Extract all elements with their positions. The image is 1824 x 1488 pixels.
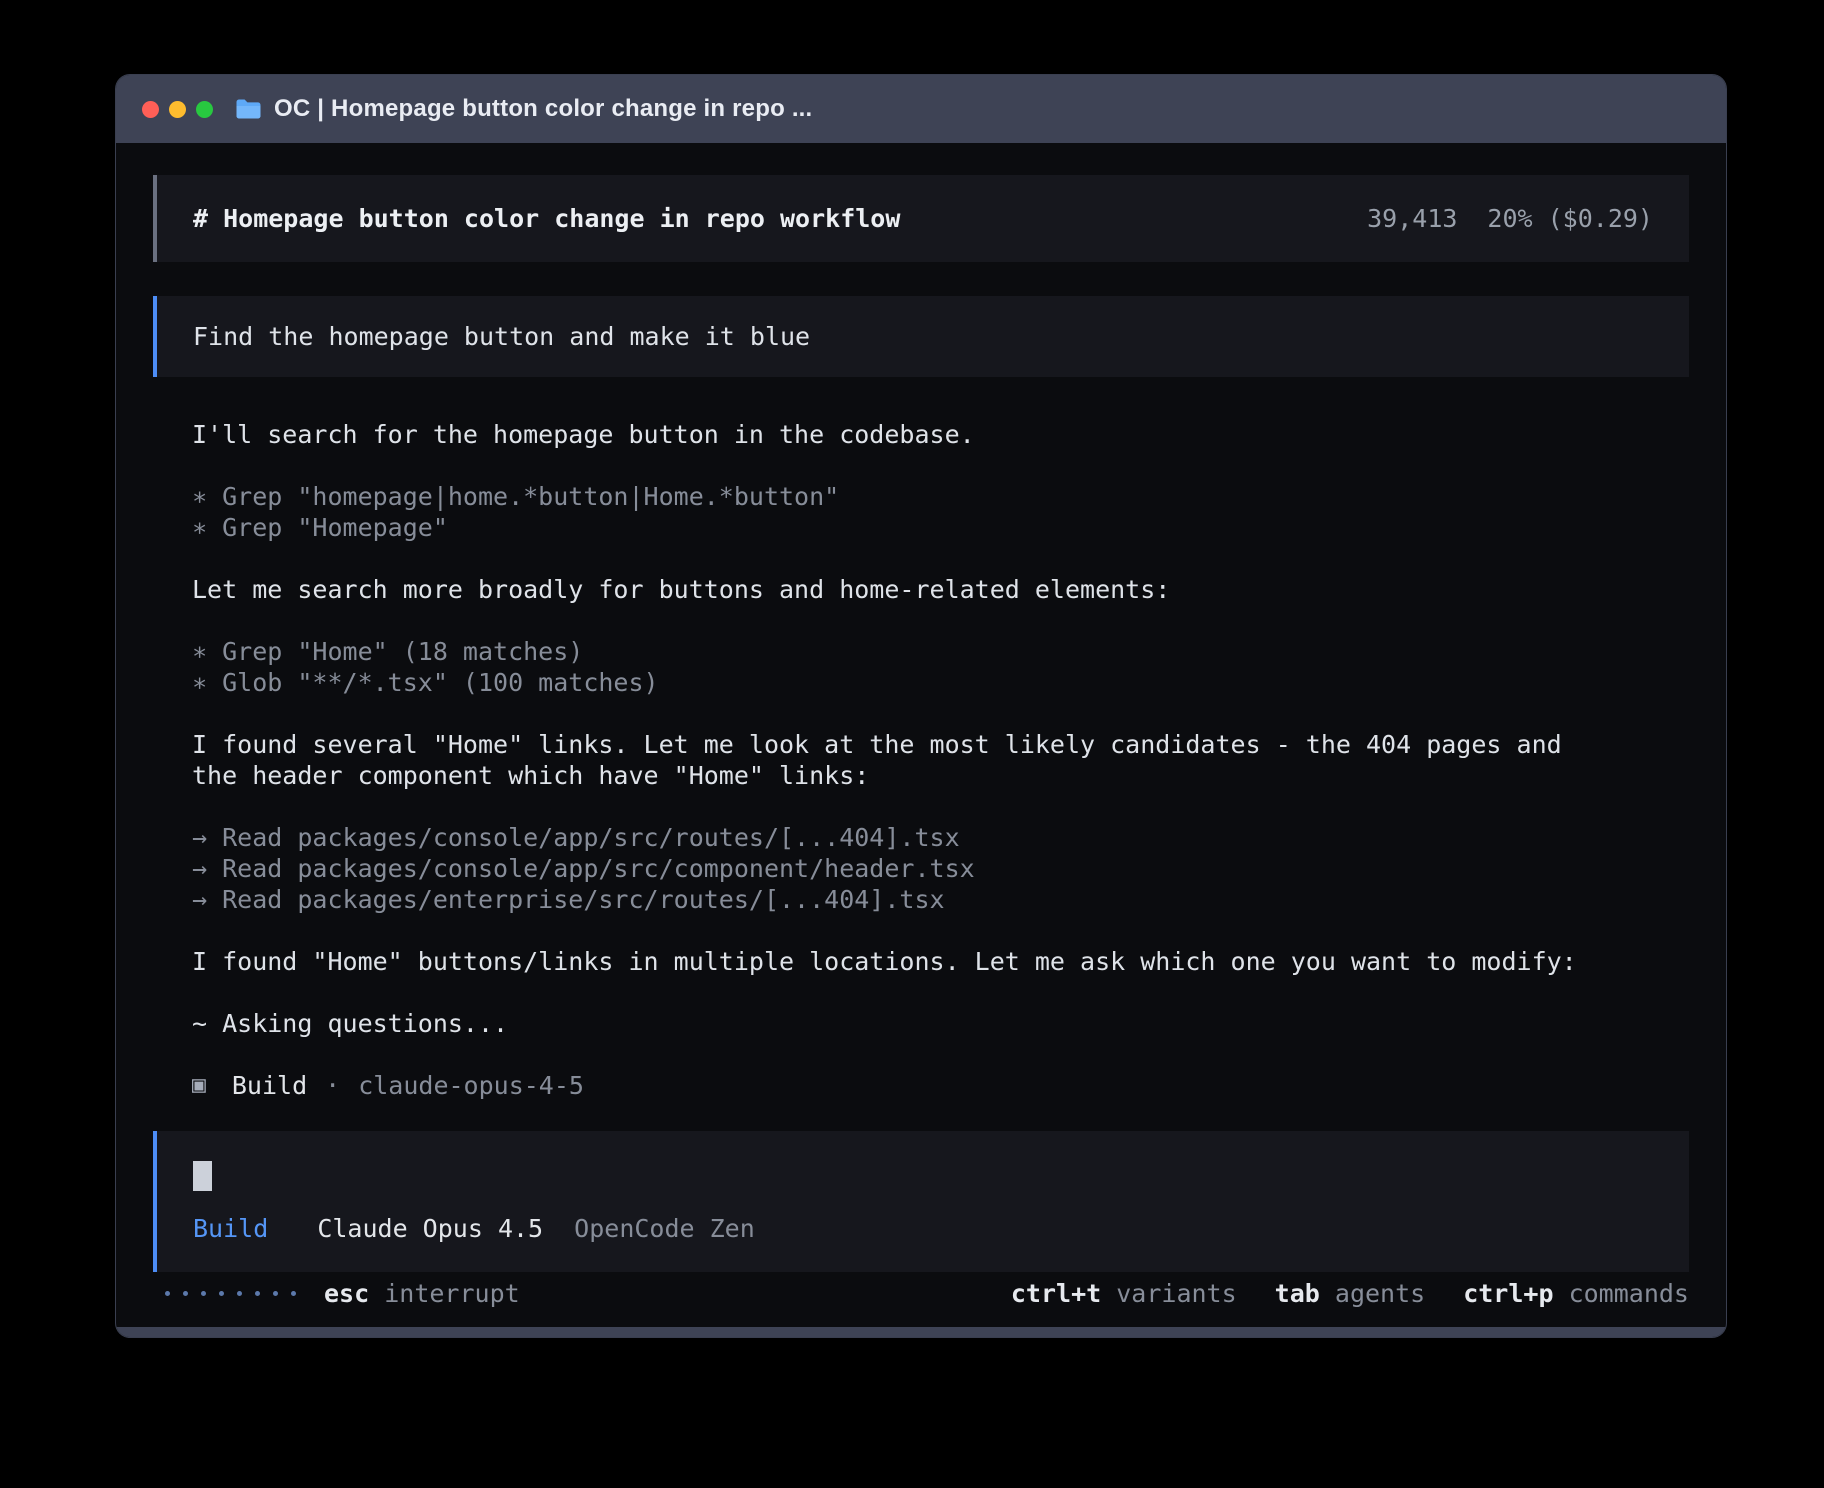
composer-model: Claude Opus 4.5 xyxy=(317,1214,543,1243)
transcript-text-paragraph: I'll search for the homepage button in t… xyxy=(192,419,1620,450)
esc-label: interrupt xyxy=(384,1279,519,1308)
shortcut-label: agents xyxy=(1335,1279,1425,1308)
shortcut-esc: esc interrupt xyxy=(324,1278,520,1309)
user-message-text: Find the homepage button and make it blu… xyxy=(193,322,810,351)
shortcut-label: variants xyxy=(1116,1279,1236,1308)
window-titlebar[interactable]: OC | Homepage button color change in rep… xyxy=(116,75,1726,143)
transcript-tool-paragraph: → Read packages/console/app/src/routes/[… xyxy=(192,822,1620,915)
shortcut-label: commands xyxy=(1569,1279,1689,1308)
session-stats: 39,413 20% ($0.29) xyxy=(1367,203,1653,234)
shortcut-ctrl-p: ctrl+p commands xyxy=(1463,1278,1689,1309)
statusbar-left: esc interrupt xyxy=(165,1278,520,1309)
transcript-line: → Read packages/enterprise/src/routes/[.… xyxy=(192,884,1620,915)
transcript-line: Let me search more broadly for buttons a… xyxy=(192,574,1620,605)
transcript-line: ∗ Grep "homepage|home.*button|Home.*butt… xyxy=(192,481,1620,512)
terminal-window: OC | Homepage button color change in rep… xyxy=(116,75,1726,1337)
transcript-line: I found "Home" buttons/links in multiple… xyxy=(192,946,1620,977)
transcript-line: ~ Asking questions... xyxy=(192,1008,1620,1039)
transcript-line: → Read packages/console/app/src/routes/[… xyxy=(192,822,1620,853)
composer-meta: Build Claude Opus 4.5 OpenCode Zen xyxy=(193,1213,1653,1244)
agent-build-icon: ▣ xyxy=(192,1070,206,1101)
window-bottom-edge xyxy=(116,1327,1726,1337)
transcript-line: ∗ Grep "Home" (18 matches) xyxy=(192,636,1620,667)
spinner-dot xyxy=(219,1291,224,1296)
spinner-dot xyxy=(273,1291,278,1296)
spinner-dot xyxy=(165,1291,170,1296)
shortcut-ctrl-t: ctrl+t variants xyxy=(1011,1278,1237,1309)
window-controls xyxy=(142,101,213,118)
transcript-tool-paragraph: ∗ Grep "Home" (18 matches)∗ Glob "**/*.t… xyxy=(192,636,1620,698)
zoom-button[interactable] xyxy=(196,101,213,118)
transcript: I'll search for the homepage button in t… xyxy=(153,419,1620,1070)
text-cursor xyxy=(193,1161,212,1191)
transcript-text-paragraph: ~ Asking questions... xyxy=(192,1008,1620,1039)
folder-icon xyxy=(235,98,262,120)
shortcut-key: ctrl+p xyxy=(1463,1279,1553,1308)
close-button[interactable] xyxy=(142,101,159,118)
spinner-dot xyxy=(183,1291,188,1296)
agent-model: claude-opus-4-5 xyxy=(358,1070,584,1101)
shortcut-key: tab xyxy=(1275,1279,1320,1308)
minimize-button[interactable] xyxy=(169,101,186,118)
statusbar: esc interrupt ctrl+t variantstab agentsc… xyxy=(153,1278,1689,1309)
terminal-content: # Homepage button color change in repo w… xyxy=(116,143,1726,1327)
composer-provider: OpenCode Zen xyxy=(574,1214,755,1243)
composer-agent[interactable]: Build xyxy=(193,1214,268,1243)
shortcut-key: ctrl+t xyxy=(1011,1279,1101,1308)
session-title: # Homepage button color change in repo w… xyxy=(193,203,900,234)
agent-separator: · xyxy=(325,1070,340,1101)
transcript-line: I'll search for the homepage button in t… xyxy=(192,419,1620,450)
spinner-dot xyxy=(291,1291,296,1296)
transcript-text-paragraph: I found "Home" buttons/links in multiple… xyxy=(192,946,1620,977)
transcript-line: ∗ Glob "**/*.tsx" (100 matches) xyxy=(192,667,1620,698)
shortcut-tab: tab agents xyxy=(1275,1278,1426,1309)
transcript-text-paragraph: Let me search more broadly for buttons a… xyxy=(192,574,1620,605)
context-usage: 20% ($0.29) xyxy=(1487,203,1653,234)
spinner-dots xyxy=(165,1291,296,1296)
esc-key: esc xyxy=(324,1279,369,1308)
transcript-text-paragraph: I found several "Home" links. Let me loo… xyxy=(192,729,1620,791)
transcript-line: I found several "Home" links. Let me loo… xyxy=(192,729,1620,791)
spinner-dot xyxy=(201,1291,206,1296)
user-message: Find the homepage button and make it blu… xyxy=(153,296,1689,377)
token-count: 39,413 xyxy=(1367,203,1457,234)
transcript-line: → Read packages/console/app/src/componen… xyxy=(192,853,1620,884)
composer[interactable]: Build Claude Opus 4.5 OpenCode Zen xyxy=(153,1131,1689,1272)
agent-name: Build xyxy=(232,1070,307,1101)
statusbar-shortcuts: ctrl+t variants tab agents ctrl+p commands xyxy=(1011,1278,1689,1309)
window-title: OC | Homepage button color change in rep… xyxy=(274,95,812,123)
spinner-dot xyxy=(237,1291,242,1296)
transcript-line: ∗ Grep "Homepage" xyxy=(192,512,1620,543)
transcript-tool-paragraph: ∗ Grep "homepage|home.*button|Home.*butt… xyxy=(192,481,1620,543)
session-header: # Homepage button color change in repo w… xyxy=(153,175,1689,262)
spinner-dot xyxy=(255,1291,260,1296)
agent-status: ▣ Build · claude-opus-4-5 xyxy=(153,1070,1689,1101)
